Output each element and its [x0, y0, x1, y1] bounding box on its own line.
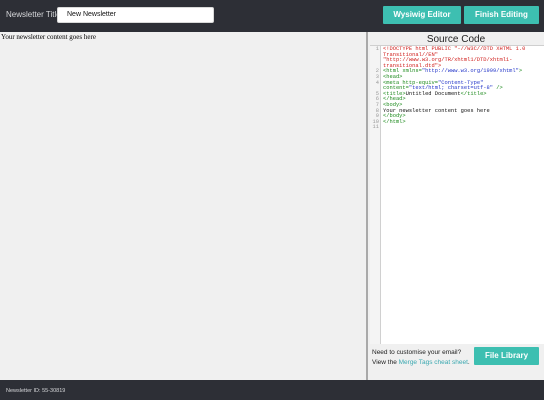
code-lines[interactable]: 1 <!DOCTYPE html PUBLIC "-//W3C//DTD XHTM…: [370, 46, 544, 131]
line-number: 1: [375, 46, 379, 52]
editor-content[interactable]: Your newsletter content goes here: [1, 33, 96, 41]
line-number: 4: [375, 79, 379, 86]
code-line[interactable]: 11: [370, 125, 544, 131]
newsletter-title-label: Newsletter Title:: [6, 10, 63, 19]
source-code-editor[interactable]: 1 <!DOCTYPE html PUBLIC "-//W3C//DTD XHTM…: [370, 45, 544, 344]
help-prefix: View the: [372, 358, 399, 366]
line-number: 11: [372, 124, 379, 131]
code-token: "http://www.w3.org/1999/xhtml": [421, 68, 519, 75]
code-line[interactable]: 1 <!DOCTYPE html PUBLIC "-//W3C//DTD XHTM…: [370, 46, 544, 69]
code-token: </title>: [460, 90, 487, 97]
help-line: View the Merge Tags cheat sheet.: [372, 358, 470, 368]
code-token: >: [518, 68, 523, 75]
top-bar: Newsletter Title: New Newsletter Wysiwig…: [0, 0, 544, 32]
help-question: Need to customise your email?: [372, 349, 462, 356]
finish-editing-button[interactable]: Finish Editing: [464, 6, 539, 24]
code-text[interactable]: <!DOCTYPE html PUBLIC "-//W3C//DTD XHTML…: [383, 46, 541, 69]
merge-tags-link[interactable]: Merge Tags cheat sheet: [399, 359, 468, 366]
code-token: xmlns=: [402, 68, 422, 75]
code-token: Untitled Document: [405, 90, 461, 97]
code-token: </html>: [383, 118, 406, 125]
help-suffix: .: [467, 358, 470, 366]
wysiwyg-editor-button[interactable]: Wysiwig Editor: [383, 6, 461, 24]
source-code-title: Source Code: [426, 34, 486, 45]
footer-bar: Newsletter ID: 55-30819: [0, 380, 544, 400]
source-code-panel: Source Code 1 <!DOCTYPE html PUBLIC "-//W…: [368, 32, 544, 380]
code-token: />: [493, 85, 503, 92]
newsletter-title-input[interactable]: New Newsletter: [57, 7, 214, 23]
wysiwyg-editor-area[interactable]: Your newsletter content goes here: [0, 32, 366, 380]
merge-tags-help: Need to customise your email? View the M…: [372, 348, 470, 367]
newsletter-id: Newsletter ID: 55-30819: [6, 388, 66, 394]
code-text[interactable]: [383, 125, 541, 131]
code-token: <!DOCTYPE html PUBLIC "-//W3C//DTD XHTML…: [383, 46, 529, 69]
file-library-button[interactable]: File Library: [474, 347, 539, 365]
